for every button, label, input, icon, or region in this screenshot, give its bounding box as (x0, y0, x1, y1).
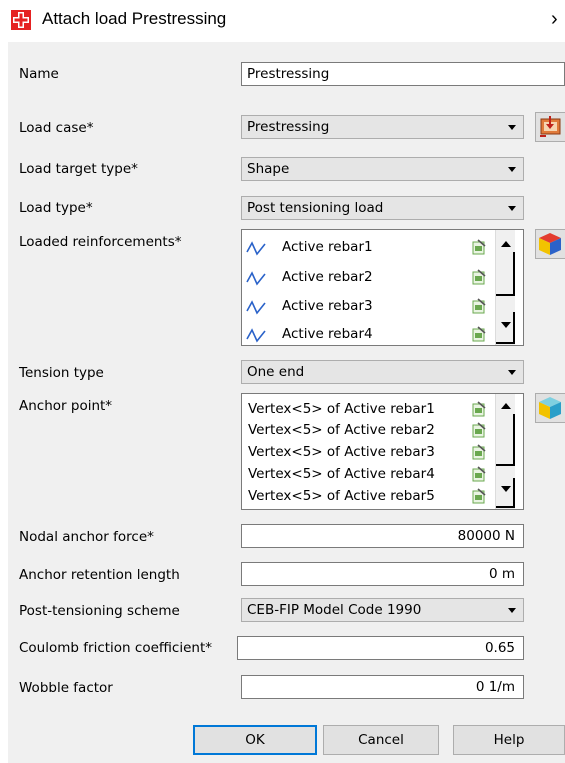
list-item[interactable]: Active rebar3 (246, 298, 486, 318)
scroll-down-button[interactable] (496, 312, 515, 344)
load-type-value: Post tensioning load (247, 200, 384, 216)
load-target-type-select[interactable]: Shape (241, 157, 524, 181)
list-item[interactable]: Vertex<5> of Active rebar1 (246, 401, 486, 421)
list-item-label: Vertex<5> of Active rebar1 (248, 401, 435, 417)
scroll-thumb[interactable] (496, 414, 515, 466)
list-item[interactable]: Active rebar2 (246, 269, 486, 289)
tension-type-label: Tension type (19, 365, 104, 381)
loaded-reinforcements-label: Loaded reinforcements* (19, 234, 182, 250)
select-anchor-button[interactable] (535, 393, 565, 423)
list-item[interactable]: Active rebar4 (246, 326, 486, 345)
anchor-point-label: Anchor point* (19, 398, 113, 414)
name-input[interactable]: Prestressing (241, 62, 565, 86)
post-tensioning-scheme-label: Post-tensioning scheme (19, 603, 180, 619)
load-case-button[interactable] (535, 112, 565, 142)
load-target-type-value: Shape (247, 161, 290, 177)
list-item[interactable]: Vertex<5> of Active rebar2 (246, 422, 486, 442)
scrollbar[interactable] (495, 230, 515, 345)
edit-doc-icon[interactable] (472, 422, 486, 438)
edit-doc-icon[interactable] (472, 298, 486, 314)
close-button[interactable]: › (551, 8, 558, 31)
list-item-label: Vertex<5> of Active rebar5 (248, 488, 435, 504)
chevron-down-icon (501, 322, 511, 328)
help-button[interactable]: Help (453, 725, 565, 755)
scroll-thumb[interactable] (496, 252, 515, 296)
edit-doc-icon[interactable] (472, 488, 486, 504)
title-bar: Attach load Prestressing › (0, 0, 565, 40)
rebar-icon (246, 241, 266, 256)
anchor-retention-length-input[interactable]: 0 m (241, 562, 524, 586)
list-item[interactable]: Active rebar1 (246, 239, 486, 259)
list-item-label: Active rebar3 (282, 298, 373, 314)
edit-doc-icon[interactable] (472, 239, 486, 255)
list-item-label: Vertex<5> of Active rebar2 (248, 422, 435, 438)
load-target-type-label: Load target type* (19, 161, 138, 177)
coulomb-friction-coefficient-label: Coulomb friction coefficient* (19, 640, 213, 656)
scrollbar[interactable] (495, 394, 515, 509)
load-case-select[interactable]: Prestressing (241, 115, 524, 139)
list-item-label: Active rebar2 (282, 269, 373, 285)
tension-type-select[interactable]: One end (241, 360, 524, 384)
scroll-up-button[interactable] (496, 236, 515, 253)
scroll-up-button[interactable] (496, 398, 515, 415)
list-item[interactable]: Vertex<5> of Active rebar3 (246, 444, 486, 464)
ok-button[interactable]: OK (193, 725, 317, 755)
edit-doc-icon[interactable] (472, 466, 486, 482)
nodal-anchor-force-input[interactable]: 80000 N (241, 524, 524, 548)
list-item[interactable]: Vertex<5> of Active rebar5 (246, 488, 486, 508)
chevron-down-icon (508, 608, 516, 613)
edit-doc-icon[interactable] (472, 326, 486, 342)
chevron-down-icon (501, 486, 511, 492)
cube-icon (539, 397, 561, 419)
window-title: Attach load Prestressing (42, 9, 227, 28)
anchor-point-list[interactable]: Vertex<5> of Active rebar1 Vertex<5> of … (241, 393, 524, 510)
edit-doc-icon[interactable] (472, 269, 486, 285)
post-tensioning-scheme-select[interactable]: CEB-FIP Model Code 1990 (241, 598, 524, 622)
list-item-label: Vertex<5> of Active rebar4 (248, 466, 435, 482)
load-case-label: Load case* (19, 120, 94, 136)
anchor-retention-length-label: Anchor retention length (19, 567, 180, 583)
edit-doc-icon[interactable] (472, 401, 486, 417)
chevron-down-icon (508, 167, 516, 172)
rebar-icon (246, 300, 266, 315)
wobble-factor-input[interactable]: 0 1/m (241, 675, 524, 699)
scroll-down-button[interactable] (496, 478, 515, 508)
list-item[interactable]: Vertex<5> of Active rebar4 (246, 466, 486, 486)
load-type-select[interactable]: Post tensioning load (241, 196, 524, 220)
coulomb-friction-coefficient-input[interactable]: 0.65 (237, 636, 524, 660)
edit-doc-icon[interactable] (472, 444, 486, 460)
chevron-up-icon (501, 403, 511, 409)
cube-icon (539, 233, 561, 255)
select-reinforcements-button[interactable] (535, 229, 565, 259)
rebar-icon (246, 328, 266, 343)
chevron-down-icon (508, 125, 516, 130)
nodal-anchor-force-label: Nodal anchor force* (19, 529, 154, 545)
chevron-up-icon (501, 241, 511, 247)
tension-type-value: One end (247, 364, 305, 380)
app-logo-icon (11, 10, 31, 30)
rebar-icon (246, 271, 266, 286)
list-item-label: Vertex<5> of Active rebar3 (248, 444, 435, 460)
load-type-label: Load type* (19, 200, 93, 216)
name-label: Name (19, 66, 59, 82)
list-item-label: Active rebar1 (282, 239, 373, 255)
load-case-icon (540, 116, 561, 137)
wobble-factor-label: Wobble factor (19, 680, 113, 696)
load-case-value: Prestressing (247, 119, 330, 135)
chevron-down-icon (508, 370, 516, 375)
list-item-label: Active rebar4 (282, 326, 373, 342)
chevron-down-icon (508, 206, 516, 211)
loaded-reinforcements-list[interactable]: Active rebar1 Active rebar2 Active rebar… (241, 229, 524, 346)
cancel-button[interactable]: Cancel (323, 725, 439, 755)
post-tensioning-scheme-value: CEB-FIP Model Code 1990 (247, 602, 422, 618)
